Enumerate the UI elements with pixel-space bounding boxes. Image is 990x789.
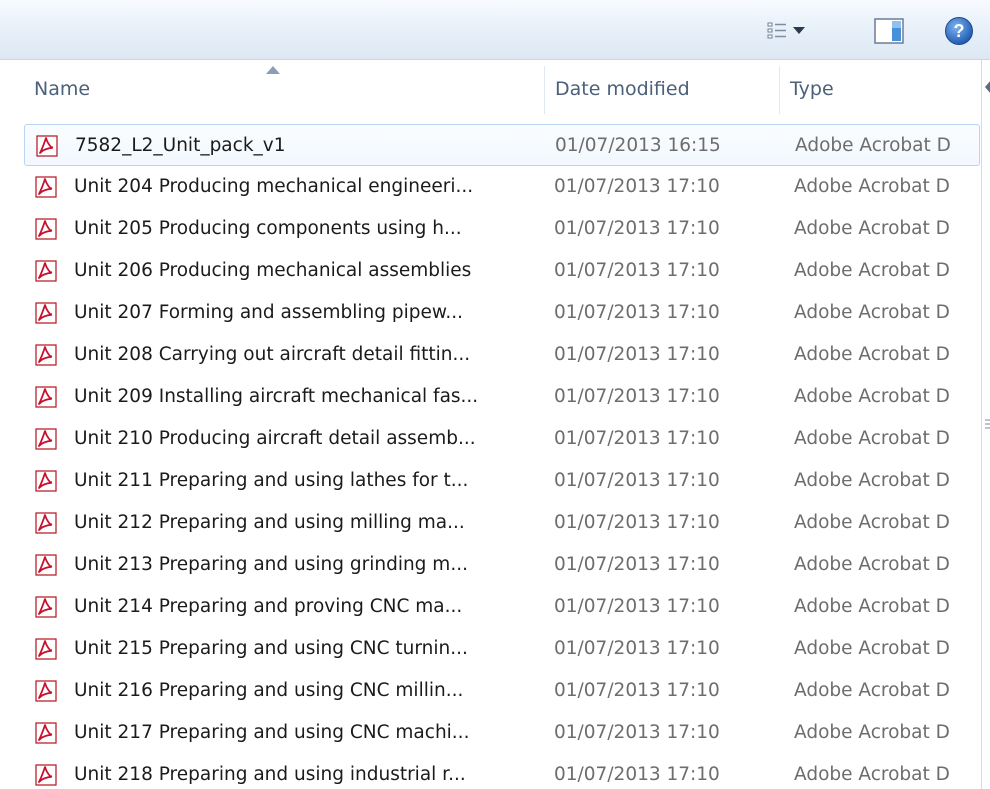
file-name: Unit 216 Preparing and using CNC millin.… [74, 680, 464, 701]
file-name: Unit 207 Forming and assembling pipew... [74, 302, 463, 323]
file-date-modified: 01/07/2013 17:10 [554, 218, 720, 239]
file-type: Adobe Acrobat D [794, 344, 950, 365]
pdf-file-icon [36, 135, 58, 157]
file-type: Adobe Acrobat D [794, 638, 950, 659]
scroll-grip-icon[interactable] [985, 416, 990, 432]
command-bar: ? [0, 0, 990, 60]
file-type: Adobe Acrobat D [794, 260, 950, 281]
file-type: Adobe Acrobat D [794, 680, 950, 701]
file-type: Adobe Acrobat D [794, 176, 950, 197]
file-date-modified: 01/07/2013 17:10 [554, 260, 720, 281]
file-name: Unit 208 Carrying out aircraft detail fi… [74, 344, 471, 365]
file-date-modified: 01/07/2013 17:10 [554, 512, 720, 533]
pdf-file-icon [35, 470, 57, 492]
file-date-modified: 01/07/2013 17:10 [554, 596, 720, 617]
pdf-file-icon [35, 554, 57, 576]
column-header-type[interactable]: Type [780, 60, 980, 118]
file-type: Adobe Acrobat D [794, 428, 950, 449]
file-row[interactable]: Unit 214 Preparing and proving CNC ma...… [24, 586, 980, 628]
file-type: Adobe Acrobat D [794, 596, 950, 617]
explorer-window: ? Name Date modified Type 7582_L2_Unit_p… [0, 0, 990, 789]
column-header: Name Date modified Type [0, 60, 990, 118]
pdf-file-icon [35, 344, 57, 366]
file-row[interactable]: Unit 206 Producing mechanical assemblies… [24, 250, 980, 292]
file-date-modified: 01/07/2013 17:10 [554, 344, 720, 365]
file-name: Unit 211 Preparing and using lathes for … [74, 470, 469, 491]
pdf-file-icon [35, 680, 57, 702]
file-date-modified: 01/07/2013 17:10 [554, 764, 720, 785]
file-name: Unit 215 Preparing and using CNC turnin.… [74, 638, 468, 659]
file-date-modified: 01/07/2013 17:10 [554, 722, 720, 743]
file-date-modified: 01/07/2013 17:10 [554, 176, 720, 197]
file-name: Unit 206 Producing mechanical assemblies [74, 260, 472, 281]
file-type: Adobe Acrobat D [794, 722, 950, 743]
scroll-up-arrow-icon[interactable] [984, 80, 990, 94]
file-row[interactable]: Unit 218 Preparing and using industrial … [24, 754, 980, 789]
column-header-name[interactable]: Name [24, 60, 542, 118]
pdf-file-icon [35, 596, 57, 618]
file-type: Adobe Acrobat D [794, 218, 950, 239]
pdf-file-icon [35, 722, 57, 744]
file-date-modified: 01/07/2013 17:10 [554, 470, 720, 491]
file-row[interactable]: Unit 207 Forming and assembling pipew...… [24, 292, 980, 334]
pdf-file-icon [35, 386, 57, 408]
file-row[interactable]: Unit 210 Producing aircraft detail assem… [24, 418, 980, 460]
file-row[interactable]: Unit 205 Producing components using h...… [24, 208, 980, 250]
file-date-modified: 01/07/2013 17:10 [554, 428, 720, 449]
file-row[interactable]: Unit 216 Preparing and using CNC millin.… [24, 670, 980, 712]
file-row[interactable]: 7582_L2_Unit_pack_v1 01/07/2013 16:15 Adob… [24, 124, 980, 166]
file-name: Unit 213 Preparing and using grinding m.… [74, 554, 468, 575]
file-date-modified: 01/07/2013 17:10 [554, 302, 720, 323]
pdf-file-icon [35, 260, 57, 282]
file-type: Adobe Acrobat D [794, 764, 950, 785]
column-header-date-modified[interactable]: Date modified [545, 60, 780, 118]
file-date-modified: 01/07/2013 17:10 [554, 386, 720, 407]
file-date-modified: 01/07/2013 17:10 [554, 680, 720, 701]
file-name: Unit 218 Preparing and using industrial … [74, 764, 466, 785]
view-details-icon [767, 22, 786, 39]
pdf-file-icon [35, 218, 57, 240]
preview-pane-button[interactable] [872, 14, 906, 48]
pdf-file-icon [35, 428, 57, 450]
file-type: Adobe Acrobat D [794, 512, 950, 533]
file-row[interactable]: Unit 217 Preparing and using CNC machi..… [24, 712, 980, 754]
file-date-modified: 01/07/2013 16:15 [555, 135, 721, 156]
file-name: Unit 205 Producing components using h... [74, 218, 462, 239]
file-name: Unit 209 Installing aircraft mechanical … [74, 386, 479, 407]
vertical-scrollbar[interactable] [981, 60, 990, 789]
file-name: Unit 212 Preparing and using milling ma.… [74, 512, 465, 533]
file-name: Unit 217 Preparing and using CNC machi..… [74, 722, 470, 743]
chevron-down-icon[interactable] [793, 27, 805, 35]
file-name: Unit 214 Preparing and proving CNC ma... [74, 596, 463, 617]
change-view-button[interactable] [758, 14, 814, 48]
file-row[interactable]: Unit 212 Preparing and using milling ma.… [24, 502, 980, 544]
pdf-file-icon [35, 638, 57, 660]
file-date-modified: 01/07/2013 17:10 [554, 638, 720, 659]
file-date-modified: 01/07/2013 17:10 [554, 554, 720, 575]
preview-pane-icon [874, 18, 904, 44]
help-button[interactable]: ? [942, 14, 976, 48]
pdf-file-icon [35, 512, 57, 534]
file-row[interactable]: Unit 213 Preparing and using grinding m.… [24, 544, 980, 586]
file-type: Adobe Acrobat D [794, 554, 950, 575]
help-icon: ? [945, 17, 973, 45]
file-type: Adobe Acrobat D [795, 135, 951, 156]
help-glyph: ? [954, 21, 965, 41]
file-name: Unit 210 Producing aircraft detail assem… [74, 428, 476, 449]
file-name: Unit 204 Producing mechanical engineeri.… [74, 176, 474, 197]
pdf-file-icon [35, 302, 57, 324]
file-row[interactable]: Unit 215 Preparing and using CNC turnin.… [24, 628, 980, 670]
pdf-file-icon [35, 764, 57, 786]
file-row[interactable]: Unit 211 Preparing and using lathes for … [24, 460, 980, 502]
file-row[interactable]: Unit 208 Carrying out aircraft detail fi… [24, 334, 980, 376]
file-row[interactable]: Unit 204 Producing mechanical engineeri.… [24, 166, 980, 208]
file-row[interactable]: Unit 209 Installing aircraft mechanical … [24, 376, 980, 418]
file-type: Adobe Acrobat D [794, 470, 950, 491]
file-type: Adobe Acrobat D [794, 386, 950, 407]
pdf-file-icon [35, 176, 57, 198]
file-name: 7582_L2_Unit_pack_v1 [75, 135, 286, 156]
file-type: Adobe Acrobat D [794, 302, 950, 323]
